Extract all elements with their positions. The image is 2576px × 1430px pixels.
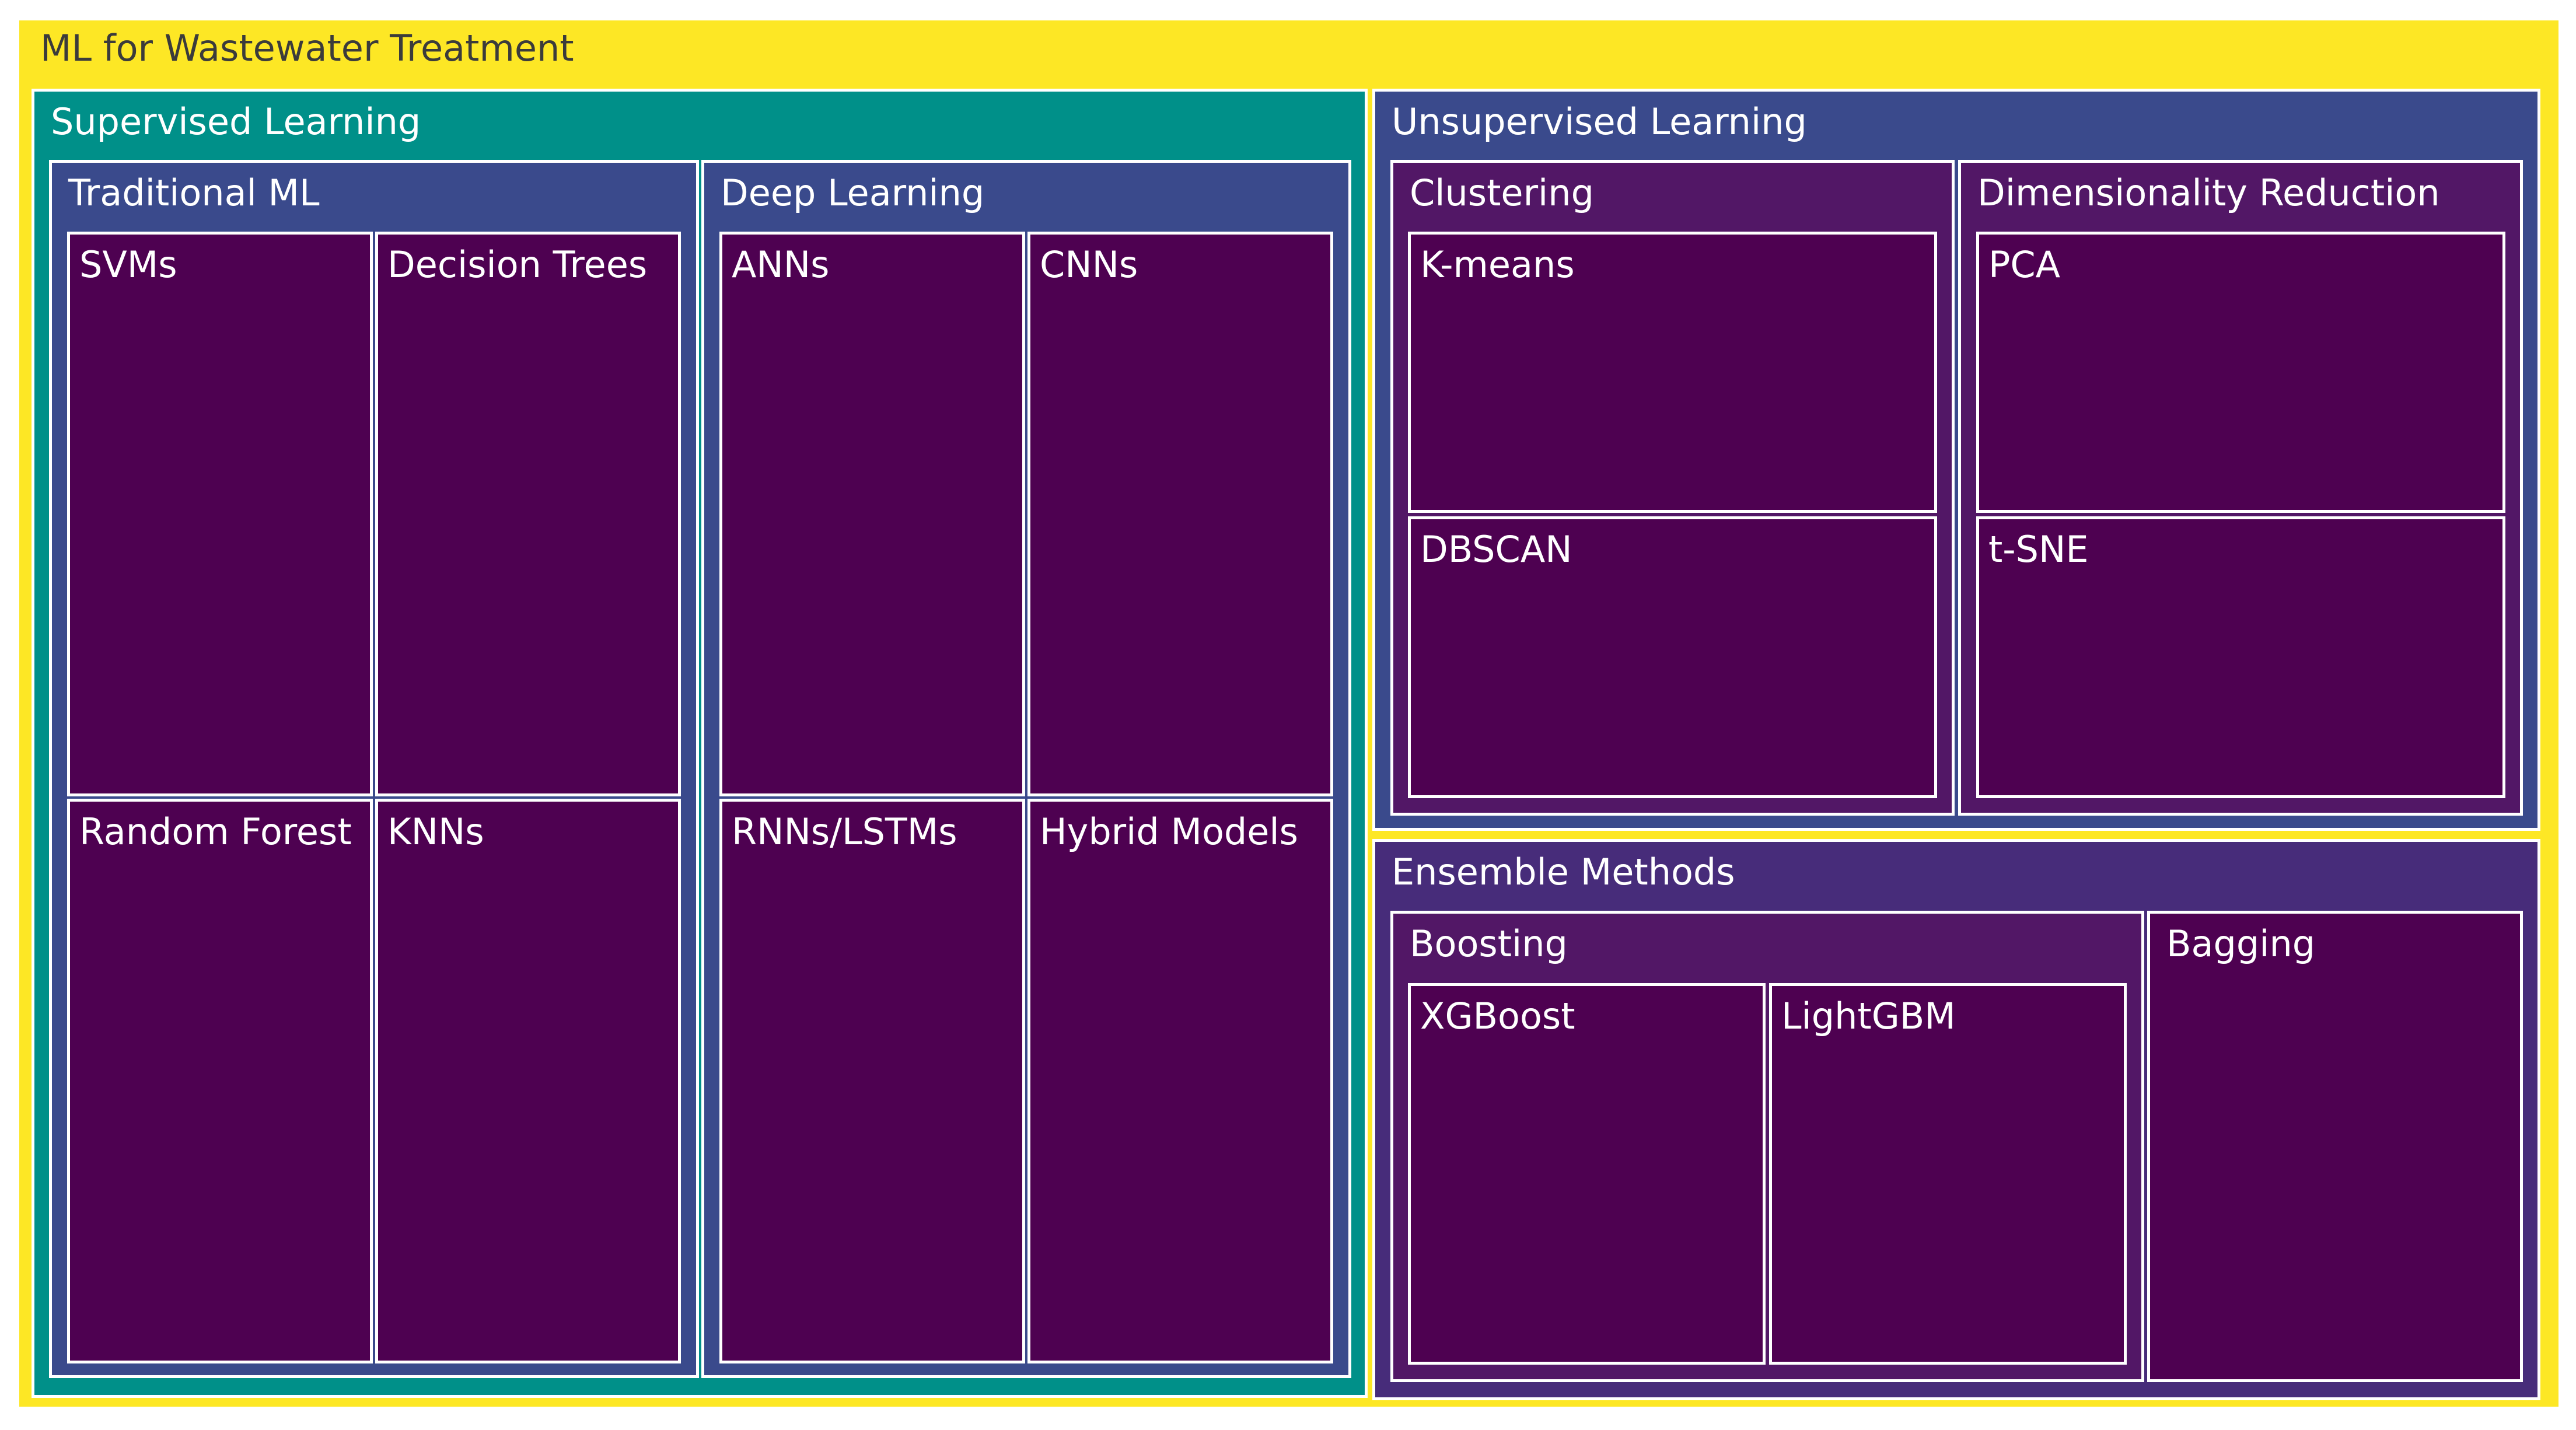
treemap-label-random-forest: Random Forest (79, 810, 352, 853)
treemap-leaf-pca[interactable]: PCA (1976, 232, 2505, 513)
treemap-label-ensemble-methods: Ensemble Methods (1392, 851, 1735, 893)
treemap-label-svms: SVMs (79, 243, 177, 286)
treemap-label-bagging: Bagging (2166, 922, 2316, 965)
treemap-leaf-knns[interactable]: KNNs (375, 799, 681, 1363)
treemap-label-pca: PCA (1988, 243, 2061, 286)
treemap-leaf-cnns[interactable]: CNNs (1027, 232, 1333, 796)
treemap-label-anns: ANNs (732, 243, 830, 286)
treemap-label-t-sne: t-SNE (1988, 528, 2089, 571)
treemap-leaf-anns[interactable]: ANNs (719, 232, 1025, 796)
treemap-leaf-random-forest[interactable]: Random Forest (67, 799, 373, 1363)
treemap-label-clustering: Clustering (1410, 172, 1594, 214)
treemap-leaf-decision-trees[interactable]: Decision Trees (375, 232, 681, 796)
treemap-leaf-dbscan[interactable]: DBSCAN (1408, 516, 1937, 798)
treemap-label-ml-for-wastewater-treatment: ML for Wastewater Treatment (40, 27, 574, 69)
treemap-label-deep-learning: Deep Learning (721, 172, 985, 214)
treemap-label-cnns: CNNs (1040, 243, 1138, 286)
treemap-label-decision-trees: Decision Trees (387, 243, 648, 286)
treemap-label-xgboost: XGBoost (1420, 995, 1575, 1037)
treemap-label-supervised-learning: Supervised Learning (51, 100, 421, 143)
treemap-leaf-lightgbm[interactable]: LightGBM (1769, 983, 2127, 1365)
treemap-label-dimensionality-reduction: Dimensionality Reduction (1977, 172, 2440, 214)
treemap-leaf-rnns-lstms[interactable]: RNNs/LSTMs (719, 799, 1025, 1363)
treemap-label-lightgbm: LightGBM (1781, 995, 1956, 1037)
treemap-leaf-svms[interactable]: SVMs (67, 232, 373, 796)
treemap-label-boosting: Boosting (1410, 922, 1568, 965)
treemap-leaf-xgboost[interactable]: XGBoost (1408, 983, 1766, 1365)
treemap-leaf-k-means[interactable]: K-means (1408, 232, 1937, 513)
treemap-leaf-t-sne[interactable]: t-SNE (1976, 516, 2505, 798)
treemap-label-hybrid-models: Hybrid Models (1040, 810, 1298, 853)
treemap-label-knns: KNNs (387, 810, 484, 853)
treemap-label-rnns-lstms: RNNs/LSTMs (732, 810, 957, 853)
treemap: ML for Wastewater Treatment Supervised L… (0, 0, 2576, 1430)
treemap-label-traditional-ml: Traditional ML (68, 172, 320, 214)
treemap-leaf-hybrid-models[interactable]: Hybrid Models (1027, 799, 1333, 1363)
treemap-label-dbscan: DBSCAN (1420, 528, 1572, 571)
treemap-label-k-means: K-means (1420, 243, 1575, 286)
treemap-node-bagging[interactable]: Bagging (2147, 911, 2523, 1382)
treemap-label-unsupervised-learning: Unsupervised Learning (1392, 100, 1807, 143)
